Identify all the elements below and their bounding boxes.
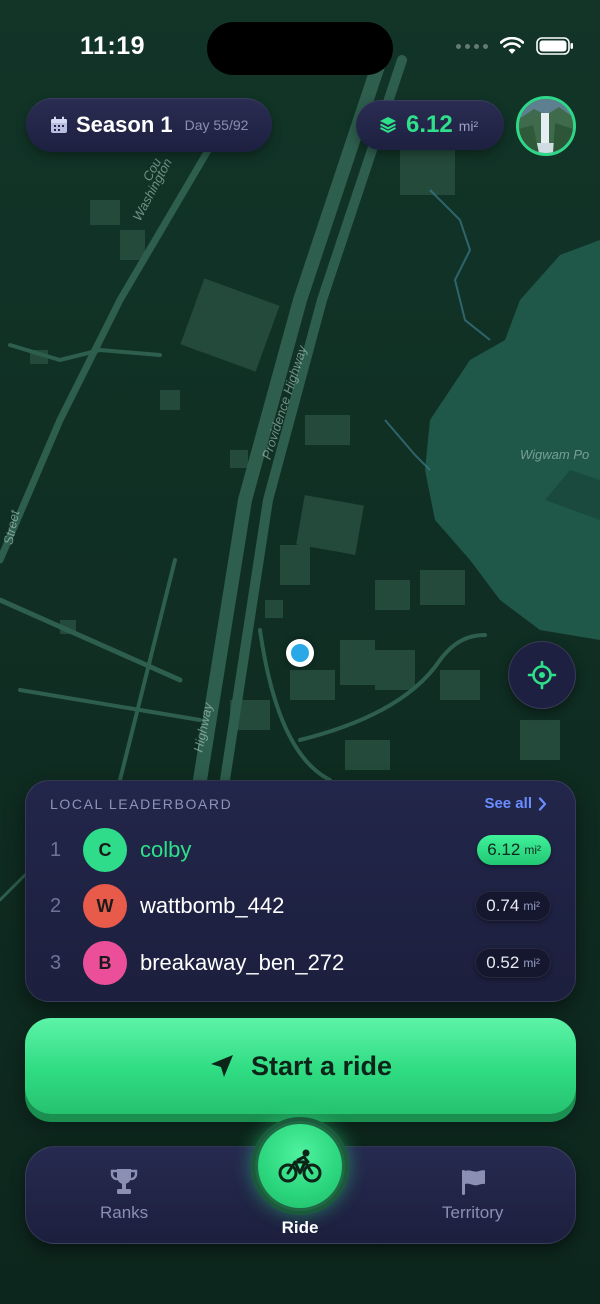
- wifi-icon: [500, 37, 524, 54]
- tab-ride-label: Ride: [281, 1218, 319, 1237]
- season-pill[interactable]: Season 1 Day 55/92: [26, 98, 272, 152]
- leaderboard-title: LOCAL LEADERBOARD: [50, 796, 233, 812]
- leaderboard-rank: 2: [50, 894, 62, 917]
- leaderboard-unit: mi²: [523, 956, 540, 970]
- start-ride-label: Start a ride: [250, 1050, 393, 1081]
- see-all-label: See all: [484, 795, 532, 812]
- battery-icon: [536, 37, 573, 55]
- bicycle-icon: [278, 1149, 322, 1183]
- navigation-arrow-icon: [210, 1055, 233, 1077]
- layers-icon: [380, 117, 396, 133]
- profile-avatar[interactable]: [516, 96, 576, 156]
- leaderboard-avatar: W: [83, 884, 127, 928]
- calendar-icon: [51, 116, 67, 133]
- leaderboard-value: 6.12: [487, 840, 521, 859]
- leaderboard-value-badge: 0.74 mi²: [475, 891, 551, 921]
- user-location-dot: [286, 639, 314, 667]
- leaderboard-rank: 3: [50, 951, 62, 974]
- leaderboard-name: wattbomb_442: [140, 893, 285, 918]
- cellular-signal-icon: [456, 43, 488, 49]
- tab-ranks-label: Ranks: [100, 1203, 149, 1222]
- local-leaderboard-card: LOCAL LEADERBOARD See all 1 C colby 6.12…: [25, 780, 576, 1002]
- leaderboard-avatar: C: [83, 828, 127, 872]
- status-icons: [456, 36, 574, 56]
- leaderboard-name: colby: [140, 837, 192, 862]
- leaderboard-unit: mi²: [524, 843, 541, 857]
- area-unit: mi²: [458, 118, 479, 134]
- leaderboard-avatar: B: [83, 941, 127, 985]
- territory-area-pill[interactable]: 6.12 mi²: [356, 100, 504, 150]
- leaderboard-value: 0.52: [486, 953, 520, 972]
- leaderboard-row[interactable]: 3 B breakaway_ben_272 0.52 mi²: [26, 939, 577, 987]
- leaderboard-value: 0.74: [486, 896, 520, 915]
- leaderboard-unit: mi²: [523, 899, 540, 913]
- flag-icon: [461, 1170, 485, 1195]
- status-time: 11:19: [80, 32, 146, 60]
- recenter-button[interactable]: [508, 641, 576, 709]
- map-label-place: Wigwam Po: [520, 447, 590, 462]
- tab-territory-label: Territory: [442, 1203, 504, 1222]
- leaderboard-name: breakaway_ben_272: [140, 950, 345, 975]
- dynamic-island: [207, 22, 393, 75]
- tab-ranks[interactable]: Ranks: [100, 1167, 148, 1223]
- tab-territory[interactable]: Territory: [442, 1167, 503, 1223]
- tab-ride-button[interactable]: [251, 1117, 349, 1215]
- leaderboard-rank: 1: [50, 838, 62, 861]
- leaderboard-row[interactable]: 2 W wattbomb_442 0.74 mi²: [26, 882, 577, 930]
- start-ride-button[interactable]: Start a ride: [25, 1018, 576, 1114]
- season-day: Day 55/92: [184, 117, 249, 133]
- crosshair-icon: [527, 660, 557, 690]
- area-value: 6.12: [406, 111, 453, 138]
- season-title: Season 1: [76, 112, 173, 137]
- profile-photo-waterfall: [519, 99, 573, 153]
- status-bar: 11:19: [0, 0, 600, 96]
- ride-fab-inner: [258, 1124, 342, 1208]
- trophy-icon: [110, 1169, 138, 1194]
- leaderboard-value-badge: 0.52 mi²: [475, 948, 551, 978]
- leaderboard-row[interactable]: 1 C colby 6.12 mi²: [26, 826, 577, 874]
- see-all-link[interactable]: See all: [484, 795, 547, 812]
- leaderboard-value-badge: 6.12 mi²: [477, 835, 551, 865]
- chevron-right-icon: [538, 796, 547, 811]
